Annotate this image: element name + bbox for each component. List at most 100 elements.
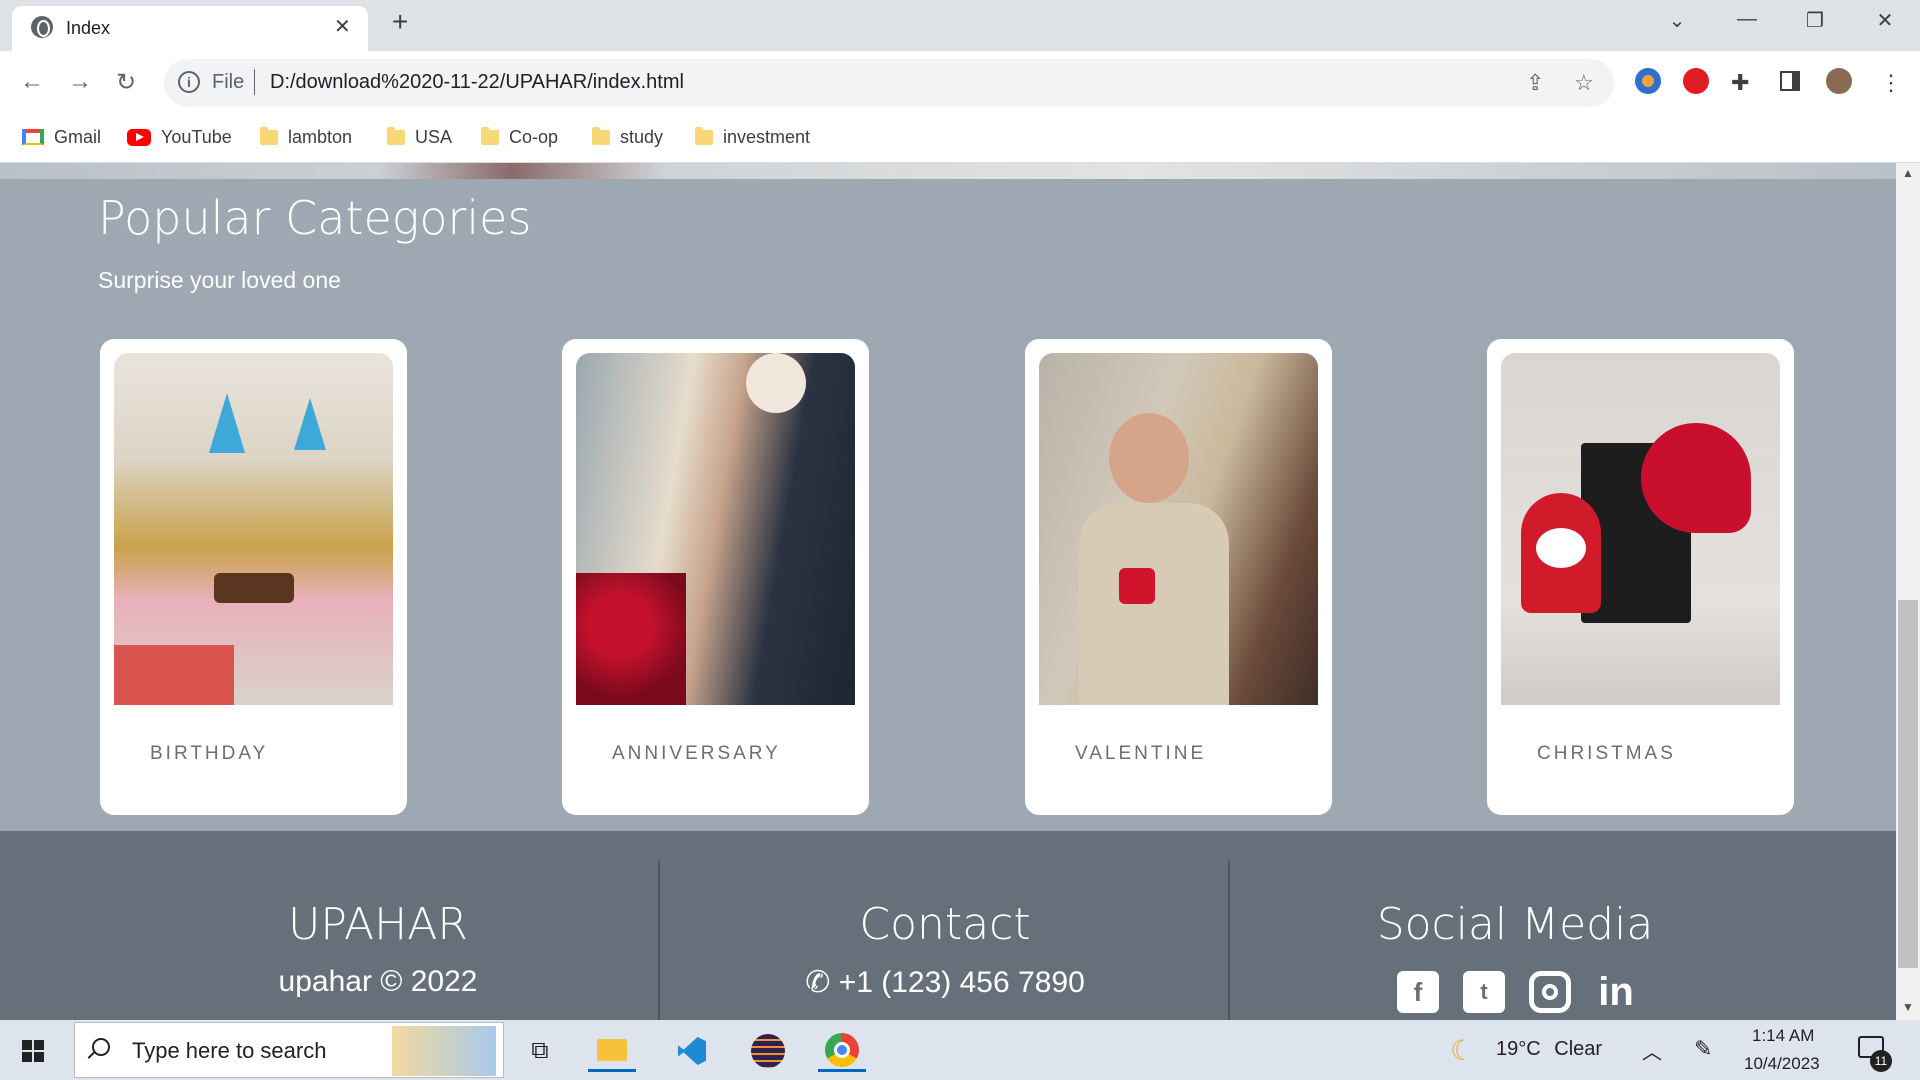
site-footer: UPAHAR upahar © 2022 Contact ✆ +1 (123) … — [0, 831, 1896, 1020]
scrollbar-thumb[interactable] — [1898, 600, 1918, 968]
bookmark-label: USA — [415, 126, 453, 147]
footer-contact-title: Contact — [859, 899, 1031, 950]
url-text[interactable]: D:/download%2020-11-22/UPAHAR/index.html — [270, 71, 684, 94]
footer-social-title: Social Media — [1376, 899, 1654, 950]
weather-moon-icon[interactable]: ☾ — [1450, 1034, 1475, 1067]
anniversary-image — [576, 353, 855, 705]
reload-icon[interactable]: ↻ — [116, 68, 136, 97]
chrome-icon[interactable] — [818, 1030, 866, 1072]
folder-icon — [481, 126, 499, 145]
extension-icon[interactable] — [1635, 68, 1661, 94]
bookmark-investment[interactable]: investment — [695, 124, 810, 150]
scroll-up-arrow-icon[interactable]: ▲ — [1902, 166, 1914, 180]
bookmark-label: YouTube — [161, 126, 232, 147]
eclipse-icon[interactable] — [744, 1030, 792, 1072]
divider — [254, 69, 255, 95]
bookmark-youtube[interactable]: YouTube — [127, 124, 232, 150]
birthday-image — [114, 353, 393, 705]
close-tab-icon[interactable]: ✕ — [334, 14, 351, 39]
avatar[interactable] — [1826, 68, 1852, 94]
category-card-valentine[interactable]: VALENTINE — [1025, 339, 1332, 815]
bookmark-study[interactable]: study — [592, 124, 663, 150]
weather-condition: Clear — [1554, 1038, 1603, 1060]
category-card-birthday[interactable]: BIRTHDAY — [100, 339, 407, 815]
christmas-image — [1501, 353, 1780, 705]
search-placeholder: Type here to search — [132, 1038, 327, 1063]
sweater — [1079, 503, 1229, 705]
bookmark-coop[interactable]: Co-op — [481, 124, 558, 150]
vscode-icon[interactable] — [668, 1030, 716, 1072]
footer-copyright: upahar © 2022 — [278, 965, 478, 998]
category-card-anniversary[interactable]: ANNIVERSARY — [562, 339, 869, 815]
red-gift — [1119, 568, 1155, 604]
folder-icon — [592, 126, 610, 145]
tab-search-chevron-icon[interactable]: ⌄ — [1654, 8, 1700, 33]
search-icon — [92, 1038, 110, 1056]
bookmark-lambton[interactable]: lambton — [260, 124, 352, 150]
folder-icon — [695, 126, 713, 145]
category-card-christmas[interactable]: CHRISTMAS — [1487, 339, 1794, 815]
linkedin-icon[interactable]: in — [1595, 971, 1637, 1013]
footer-phone[interactable]: ✆ +1 (123) 456 7890 — [660, 965, 1230, 1000]
bookmark-gmail[interactable]: Gmail — [22, 124, 101, 150]
hero-image-bottom — [0, 163, 1896, 179]
windows-start-icon[interactable] — [22, 1040, 44, 1062]
side-panel-icon[interactable] — [1780, 71, 1800, 91]
santa-hat — [1641, 423, 1751, 533]
bookmark-label: Gmail — [54, 126, 102, 147]
party-hat — [294, 398, 326, 450]
santa-beard — [1536, 528, 1586, 568]
puzzle-extensions-icon[interactable]: ✚ — [1731, 70, 1749, 96]
notification-badge: 11 — [1870, 1050, 1892, 1072]
section-subtitle: Surprise your loved one — [98, 267, 341, 293]
minimize-button[interactable]: — — [1724, 8, 1770, 31]
phone-icon: ✆ — [805, 966, 831, 999]
bookmark-usa[interactable]: USA — [387, 124, 452, 150]
close-window-button[interactable]: ✕ — [1862, 8, 1908, 33]
adblock-icon[interactable] — [1683, 68, 1709, 94]
folder-icon — [387, 126, 405, 145]
tray-chevron-up-icon[interactable]: ︿ — [1642, 1036, 1662, 1065]
clock-time[interactable]: 1:14 AM — [1752, 1026, 1814, 1046]
bookmark-label: lambton — [288, 126, 353, 147]
bookmark-star-icon[interactable]: ☆ — [1574, 70, 1594, 96]
valentine-image — [1039, 353, 1318, 705]
menu-dots-icon[interactable]: ⋮ — [1880, 70, 1902, 96]
url-scheme: File — [212, 71, 245, 93]
youtube-icon — [127, 128, 151, 146]
new-tab-button[interactable]: + — [392, 8, 408, 36]
back-arrow-icon[interactable]: ← — [20, 68, 44, 96]
face — [1109, 413, 1189, 503]
weather-widget[interactable]: 19°C Clear — [1496, 1038, 1602, 1061]
roses — [576, 573, 686, 705]
task-view-icon[interactable]: ⧉ — [516, 1030, 564, 1072]
share-icon[interactable]: ⇪ — [1526, 70, 1544, 96]
globe-icon — [31, 16, 53, 38]
info-icon[interactable]: i — [178, 71, 200, 93]
instagram-icon[interactable] — [1529, 971, 1571, 1013]
gift-box — [114, 645, 234, 705]
cake — [214, 573, 294, 603]
restore-button[interactable]: ❐ — [1792, 8, 1838, 33]
forward-arrow-icon[interactable]: → — [68, 68, 92, 96]
bookmark-label: Co-op — [509, 126, 559, 147]
twitter-icon[interactable]: t — [1463, 971, 1505, 1013]
search-highlight-illustration — [392, 1026, 496, 1076]
file-explorer-icon[interactable] — [588, 1030, 636, 1072]
pen-icon[interactable]: ✎ — [1694, 1036, 1712, 1062]
bookmark-label: study — [620, 126, 664, 147]
browser-tab[interactable]: Index ✕ — [12, 6, 368, 51]
clock-date[interactable]: 10/4/2023 — [1744, 1054, 1820, 1074]
phone-number: +1 (123) 456 7890 — [838, 966, 1085, 999]
bookmark-label: investment — [723, 126, 811, 147]
section-title: Popular Categories — [98, 191, 532, 245]
scroll-down-arrow-icon[interactable]: ▼ — [1902, 1000, 1914, 1014]
footer-brand-title: UPAHAR — [288, 899, 468, 950]
category-label: CHRISTMAS — [1537, 743, 1676, 764]
party-hat — [209, 393, 245, 453]
tab-title: Index — [66, 18, 111, 38]
facebook-icon[interactable]: f — [1397, 971, 1439, 1013]
category-label: BIRTHDAY — [150, 743, 269, 764]
decor-flower — [746, 353, 806, 413]
gmail-icon — [22, 129, 44, 145]
